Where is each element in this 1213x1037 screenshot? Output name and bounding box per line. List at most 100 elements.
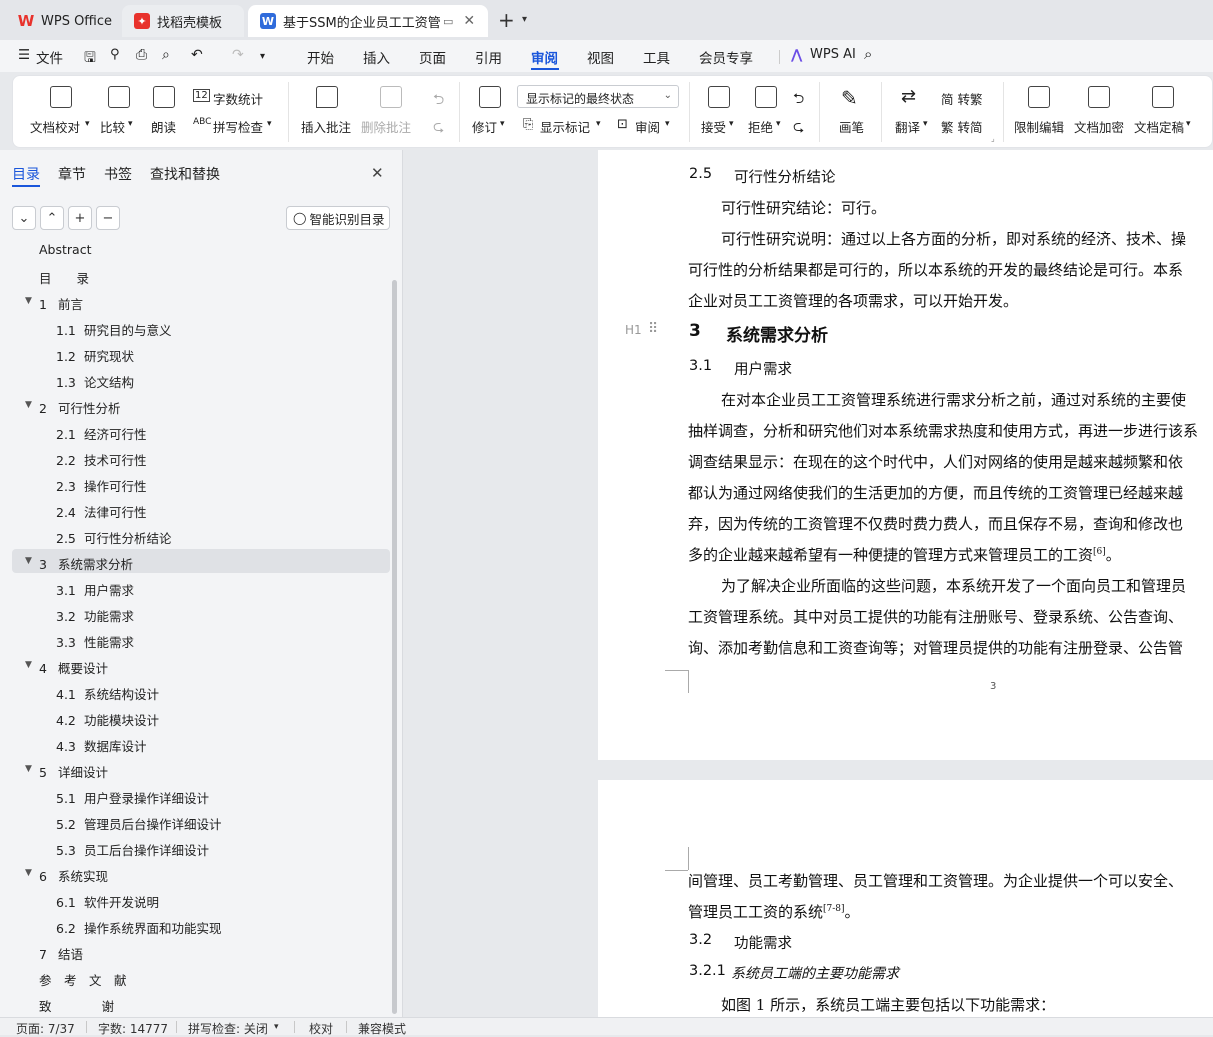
reject-button[interactable]: 拒绝 <box>748 117 773 136</box>
toc-collapse-caret-icon[interactable]: ▼ <box>25 556 32 566</box>
search-icon[interactable]: ⌕ <box>864 45 872 63</box>
expand-up-button[interactable]: ⌃ <box>40 206 64 230</box>
monitor-icon[interactable]: ▭ <box>443 15 453 28</box>
compare-button[interactable]: 比较 <box>100 117 125 136</box>
revise-button[interactable]: 修订 <box>472 117 497 136</box>
markup-state-select[interactable]: 显示标记的最终状态 ⌄ <box>517 85 679 108</box>
menu-view[interactable]: 视图 <box>587 47 614 67</box>
to-traditional-button[interactable]: 简 转繁 <box>941 89 982 108</box>
document-canvas[interactable]: 2.5 可行性分析结论 可行性研究结论：可行。 可行性研究说明：通过以上各方面的… <box>404 150 1213 1017</box>
pen-button[interactable]: 画笔 <box>839 117 864 136</box>
heading-marker[interactable]: H1 <box>625 323 642 337</box>
menu-reference[interactable]: 引用 <box>475 47 502 67</box>
toc-item[interactable]: 2.4 法律可行性 <box>56 502 147 521</box>
menu-tools[interactable]: 工具 <box>643 47 670 67</box>
toc-item[interactable]: 2.1 经济可行性 <box>56 424 147 443</box>
toc-item[interactable]: 3 系统需求分析 <box>39 554 133 573</box>
next-comment-icon[interactable]: ⮎ <box>433 116 444 140</box>
review-pane-button[interactable]: 审阅 <box>635 117 660 136</box>
toc-item[interactable]: Abstract <box>39 242 91 257</box>
toc-item[interactable]: 4 概要设计 <box>39 658 108 677</box>
accept-chevron-icon[interactable]: ▾ <box>729 119 734 129</box>
save-icon[interactable]: 🖫 <box>84 47 96 71</box>
toc-item[interactable]: 7 结语 <box>39 944 83 963</box>
read-aloud-button[interactable]: 朗读 <box>151 117 176 136</box>
add-level-button[interactable]: + <box>68 206 92 230</box>
tab-chapters[interactable]: 章节 <box>58 164 86 184</box>
page-indicator[interactable]: 页面: 7/37 <box>16 1020 75 1037</box>
toc-item[interactable]: 参 考 文 献 <box>39 970 127 989</box>
show-markup-button[interactable]: 显示标记 <box>540 117 590 136</box>
close-tab-icon[interactable]: ✕ <box>463 13 475 29</box>
tab-find-replace[interactable]: 查找和替换 <box>150 164 220 184</box>
tab-bookmarks[interactable]: 书签 <box>104 164 132 184</box>
previous-change-icon[interactable]: ⮌ <box>793 88 804 112</box>
remove-level-button[interactable]: − <box>96 206 120 230</box>
toc-item[interactable]: 4.1 系统结构设计 <box>56 684 159 703</box>
menu-page[interactable]: 页面 <box>419 47 446 67</box>
dialog-launcher-icon[interactable]: ⌟ <box>991 134 995 143</box>
toc-item[interactable]: 3.2 功能需求 <box>56 606 134 625</box>
spell-check-chevron-icon[interactable]: ▾ <box>267 119 272 129</box>
toc-item[interactable]: 4.3 数据库设计 <box>56 736 147 755</box>
hamburger-icon[interactable]: ☰ <box>18 47 30 63</box>
wps-office-tab[interactable]: W WPS Office <box>6 5 118 37</box>
next-change-icon[interactable]: ⮎ <box>793 116 804 140</box>
toc-item[interactable]: 6.2 操作系统界面和功能实现 <box>56 918 222 937</box>
close-pane-icon[interactable]: ✕ <box>371 164 384 182</box>
toc-item[interactable]: 3.3 性能需求 <box>56 632 134 651</box>
toc-item[interactable]: 6.1 软件开发说明 <box>56 892 159 911</box>
print-icon[interactable]: ⎙ <box>136 47 147 63</box>
toc-collapse-caret-icon[interactable]: ▼ <box>25 764 32 774</box>
toc-collapse-caret-icon[interactable]: ▼ <box>25 400 32 410</box>
menu-start[interactable]: 开始 <box>307 47 334 67</box>
menu-wps-ai[interactable]: WPS AI <box>810 47 856 62</box>
template-tab[interactable]: ✦ 找稻壳模板 <box>122 5 244 37</box>
reject-chevron-icon[interactable]: ▾ <box>776 119 781 129</box>
toc-item[interactable]: 5.3 员工后台操作详细设计 <box>56 840 209 859</box>
spell-check-button[interactable]: 拼写检查 <box>213 117 263 136</box>
translate-button[interactable]: 翻译 <box>895 117 920 136</box>
toc-item[interactable]: 3.1 用户需求 <box>56 580 134 599</box>
toc-item[interactable]: 2.3 操作可行性 <box>56 476 147 495</box>
undo-icon[interactable]: ↶ <box>191 47 203 63</box>
menu-insert[interactable]: 插入 <box>363 47 390 67</box>
previous-comment-icon[interactable]: ⮌ <box>433 89 444 113</box>
quick-access-chevron-icon[interactable]: ▾ <box>260 51 265 62</box>
toc-item[interactable]: 6 系统实现 <box>39 866 108 885</box>
toc-item[interactable]: 4.2 功能模块设计 <box>56 710 159 729</box>
translate-chevron-icon[interactable]: ▾ <box>923 119 928 129</box>
toc-item[interactable]: 5 详细设计 <box>39 762 108 781</box>
menu-member[interactable]: 会员专享 <box>699 47 753 67</box>
spell-check-chevron-icon[interactable]: ▾ <box>274 1022 279 1032</box>
finalize-button[interactable]: 文档定稿 <box>1134 117 1184 136</box>
toc-item[interactable]: 1.3 论文结构 <box>56 372 134 391</box>
review-pane-chevron-icon[interactable]: ▾ <box>665 119 670 129</box>
toc-item[interactable]: 目 录 <box>39 268 89 287</box>
proof-indicator[interactable]: 校对 <box>309 1020 333 1037</box>
compare-chevron-icon[interactable]: ▾ <box>128 119 133 129</box>
tab-toc[interactable]: 目录 <box>12 164 40 184</box>
menu-review[interactable]: 审阅 <box>531 47 558 67</box>
toc-collapse-caret-icon[interactable]: ▼ <box>25 660 32 670</box>
toc-item[interactable]: 1 前言 <box>39 294 83 313</box>
revise-chevron-icon[interactable]: ▾ <box>500 119 505 129</box>
new-tab-button[interactable]: + <box>498 8 515 32</box>
insert-comment-button[interactable]: 插入批注 <box>301 117 351 136</box>
toc-item[interactable]: 2.5 可行性分析结论 <box>56 528 172 547</box>
toc-item[interactable]: 5.1 用户登录操作详细设计 <box>56 788 209 807</box>
toc-collapse-caret-icon[interactable]: ▼ <box>25 868 32 878</box>
toc-item[interactable]: 5.2 管理员后台操作详细设计 <box>56 814 222 833</box>
smart-toc-button[interactable]: ◯ 智能识别目录 <box>286 206 390 230</box>
toc-item[interactable]: 2.2 技术可行性 <box>56 450 147 469</box>
show-markup-chevron-icon[interactable]: ▾ <box>596 119 601 129</box>
word-count-indicator[interactable]: 字数: 14777 <box>98 1020 168 1037</box>
toc-collapse-caret-icon[interactable]: ▼ <box>25 296 32 306</box>
toc-scrollbar[interactable] <box>392 280 397 1014</box>
menu-file[interactable]: 文件 <box>36 47 63 67</box>
document-tab[interactable]: W 基于SSM的企业员工工资管理 ▭ ✕ <box>248 5 488 37</box>
tab-list-chevron-icon[interactable]: ▾ <box>522 14 527 25</box>
toc-item[interactable]: 1.1 研究目的与意义 <box>56 320 172 339</box>
toc-item[interactable]: 致 谢 <box>39 996 114 1015</box>
proofread-button[interactable]: 文档校对 <box>30 117 80 136</box>
